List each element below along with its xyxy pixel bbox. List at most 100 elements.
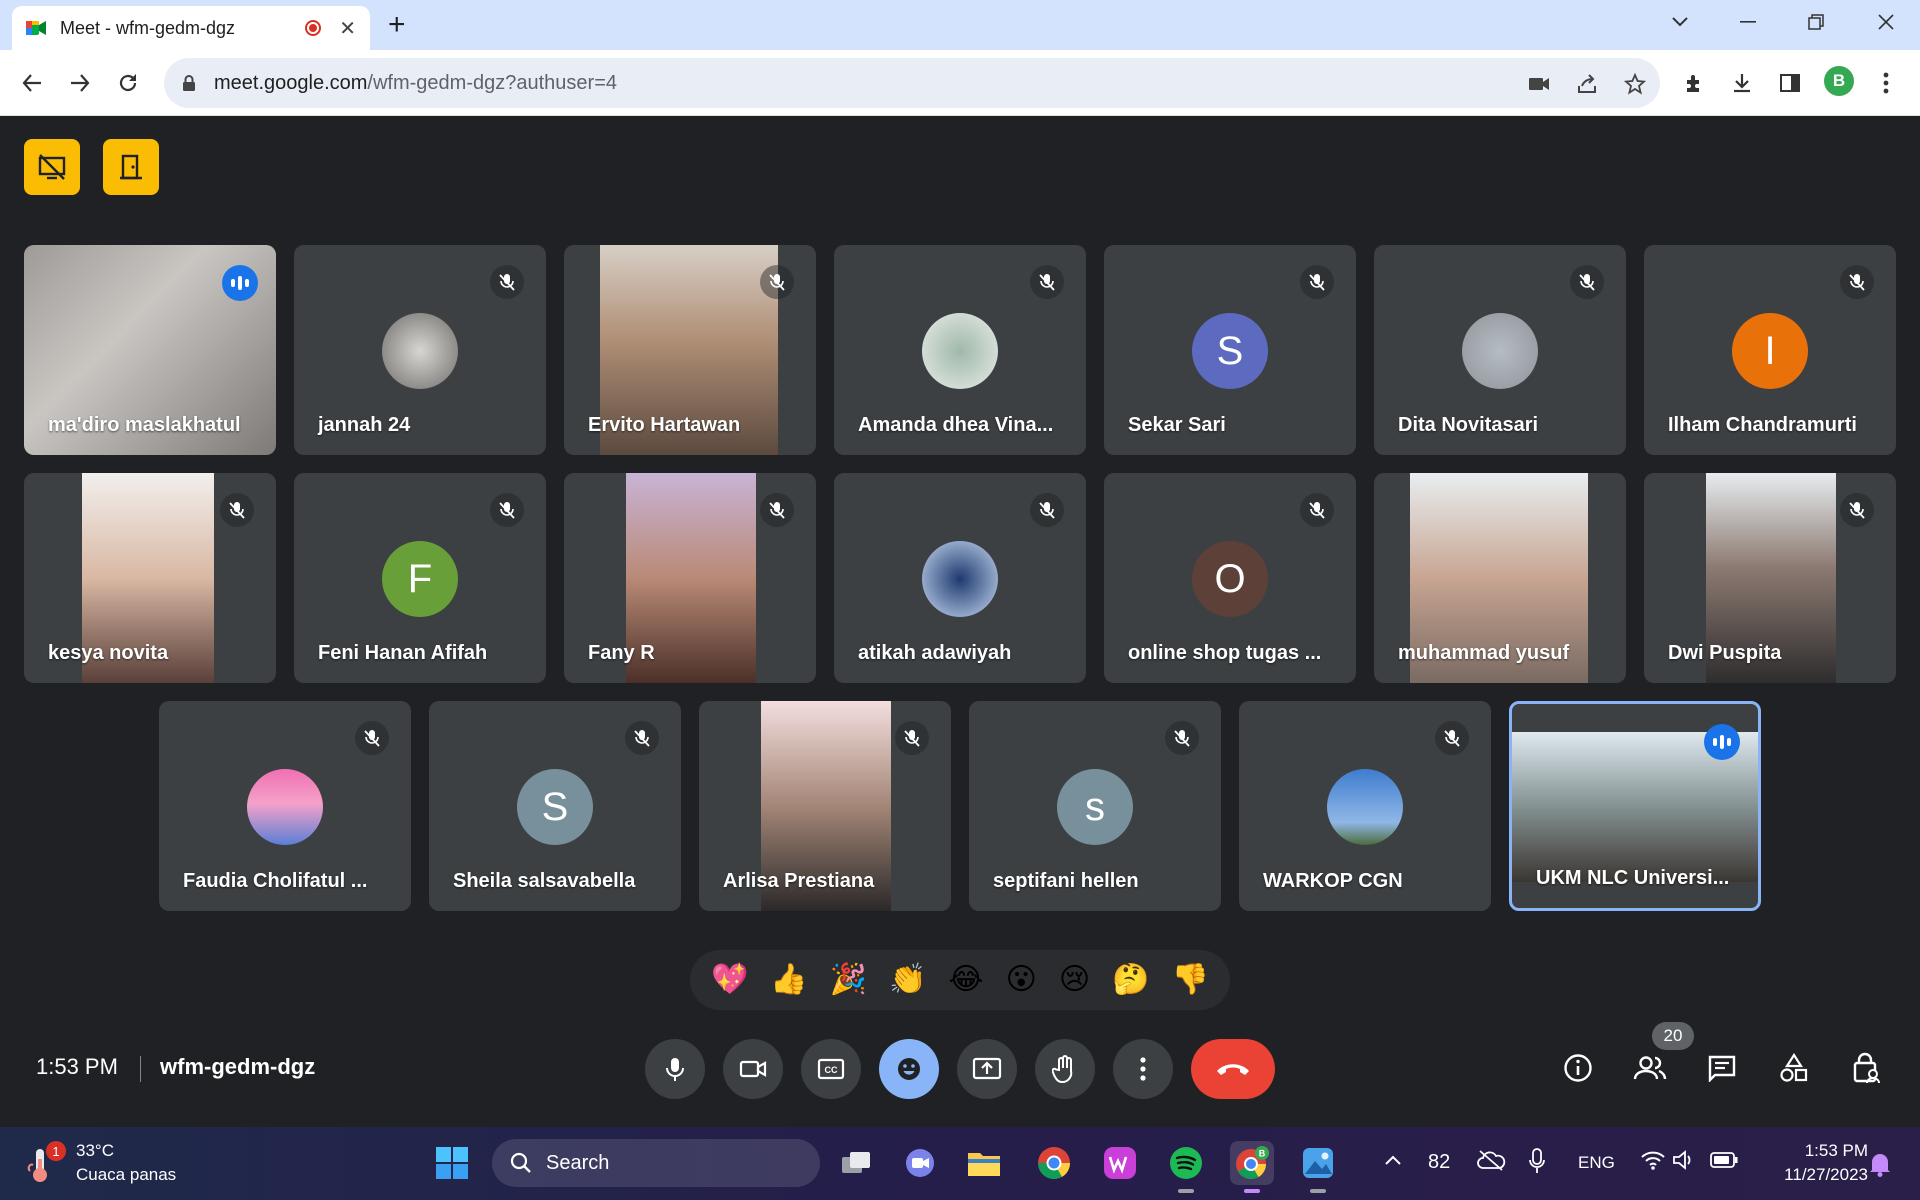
reaction-sparkling-heart[interactable]: 💖 [711,965,748,995]
reaction-thinking[interactable]: 🤔 [1112,965,1149,995]
more-menu-icon[interactable] [1872,69,1900,97]
close-window-button[interactable] [1856,6,1916,38]
file-explorer-button[interactable] [962,1141,1006,1185]
new-tab-button[interactable]: + [388,10,406,40]
participant-tile[interactable]: Dwi Puspita [1644,473,1896,683]
spotify-button[interactable] [1164,1141,1208,1193]
download-icon[interactable] [1728,69,1756,97]
profile-avatar[interactable]: B [1824,66,1854,96]
more-options-button[interactable] [1113,1039,1173,1099]
camera-button[interactable] [723,1039,783,1099]
participant-tile[interactable]: Faudia Cholifatul ... [159,701,411,911]
raise-hand-icon [1052,1055,1073,1084]
wifi-icon[interactable] [1640,1149,1666,1176]
participant-tile-self[interactable]: UKM NLC Universi... [1509,701,1761,911]
participant-tile[interactable]: jannah 24 [294,245,546,455]
reload-button[interactable] [110,65,146,101]
reactions-button[interactable] [879,1039,939,1099]
running-indicator [1310,1189,1326,1193]
reaction-thumbs-up[interactable]: 👍 [770,965,807,995]
chrome-profile-app-button[interactable]: B [1230,1141,1274,1193]
show-hidden-icons-button[interactable] [1384,1153,1402,1171]
extensions-icon[interactable] [1680,69,1708,97]
share-icon[interactable] [1574,71,1600,97]
microphone-button[interactable] [645,1039,705,1099]
svg-text:B: B [1259,1149,1266,1159]
chat-button[interactable] [1702,1048,1742,1088]
reaction-clapping[interactable]: 👏 [889,965,926,995]
participant-name: Sheila salsavabella [453,870,636,892]
back-button[interactable] [14,65,50,101]
breakout-rooms-button[interactable] [103,139,159,195]
participant-tile[interactable]: ma'diro maslakhatul [24,245,276,455]
participant-tile[interactable]: I Ilham Chandramurti [1644,245,1896,455]
mic-off-icon [625,721,659,755]
participant-tile[interactable]: Fany R [564,473,816,683]
participant-tile[interactable]: muhammad yusuf [1374,473,1626,683]
tab-meet[interactable]: Meet - wfm-gedm-dgz ✕ [12,6,370,50]
participant-tile[interactable]: kesya novita [24,473,276,683]
weather-widget[interactable]: 1 [26,1141,66,1190]
running-indicator [1178,1189,1194,1193]
teams-chat-button[interactable] [898,1141,942,1185]
address-bar[interactable]: meet.google.com/wfm-gedm-dgz?authuser=4 [164,58,1660,108]
emoji-smile-icon [898,1058,920,1080]
host-controls-button[interactable] [24,139,80,195]
participant-tile[interactable]: S Sekar Sari [1104,245,1356,455]
leave-call-button[interactable] [1191,1039,1275,1099]
host-controls-lock-button[interactable] [1846,1048,1886,1088]
wps-office-button[interactable] [1098,1141,1142,1185]
participant-name: Amanda dhea Vina... [858,414,1054,436]
tab-close-icon[interactable]: ✕ [339,16,356,41]
start-button[interactable] [430,1141,474,1185]
raise-hand-button[interactable] [1035,1039,1095,1099]
participant-tile[interactable]: Arlisa Prestiana [699,701,951,911]
reaction-thumbs-down[interactable]: 👎 [1172,965,1209,995]
participant-tile[interactable]: s septifani hellen [969,701,1221,911]
participant-tile[interactable]: Dita Novitasari [1374,245,1626,455]
volume-icon[interactable] [1672,1149,1696,1176]
participant-tile[interactable]: Ervito Hartawan [564,245,816,455]
meeting-info-button[interactable] [1558,1048,1598,1088]
meeting-code[interactable]: wfm-gedm-dgz [160,1054,315,1080]
participant-photo [922,541,998,617]
taskbar-search[interactable]: Search [492,1139,820,1187]
tab-title: Meet - wfm-gedm-dgz [60,17,236,38]
captions-button[interactable]: CC [801,1039,861,1099]
present-screen-button[interactable] [957,1039,1017,1099]
restore-button[interactable] [1786,6,1846,38]
participant-tile[interactable]: O online shop tugas ... [1104,473,1356,683]
participant-tile[interactable]: S Sheila salsavabella [429,701,681,911]
participant-tile[interactable]: WARKOP CGN [1239,701,1491,911]
minimize-button[interactable] [1718,6,1778,38]
side-panel-icon[interactable] [1776,69,1804,97]
activities-button[interactable] [1774,1048,1814,1088]
photos-app-button[interactable] [1296,1141,1340,1193]
microphone-tray-icon[interactable] [1528,1147,1546,1180]
tab-search-icon[interactable] [1650,6,1710,38]
chrome-app-button[interactable] [1032,1141,1076,1185]
participant-count-badge: 20 [1652,1022,1694,1050]
task-view-button[interactable] [834,1141,878,1185]
notification-bell-icon[interactable] [1868,1151,1892,1182]
participant-tile[interactable]: F Feni Hanan Afifah [294,473,546,683]
forward-button[interactable] [62,65,98,101]
onedrive-icon[interactable] [1476,1149,1506,1176]
reaction-surprised[interactable]: 😮 [1006,965,1037,995]
battery-icon[interactable] [1710,1151,1738,1174]
mic-off-icon [220,493,254,527]
participant-tile[interactable]: atikah adawiyah [834,473,1086,683]
reaction-crying[interactable]: 😢 [1059,965,1090,995]
reaction-tears-of-joy[interactable]: 😂 [949,965,984,995]
input-language[interactable]: ENG [1578,1153,1615,1173]
folder-icon [968,1153,1000,1176]
taskbar-clock[interactable]: 1:53 PM [1788,1141,1868,1161]
bookmark-star-icon[interactable] [1622,71,1648,97]
camera-in-use-icon[interactable] [1526,71,1552,97]
reaction-party-popper[interactable]: 🎉 [830,965,867,995]
participant-tile[interactable]: Amanda dhea Vina... [834,245,1086,455]
people-button[interactable] [1630,1048,1670,1088]
lock-icon[interactable] [182,74,196,92]
taskbar-date[interactable]: 11/27/2023 [1758,1165,1868,1185]
google-meet-icon [26,21,46,35]
